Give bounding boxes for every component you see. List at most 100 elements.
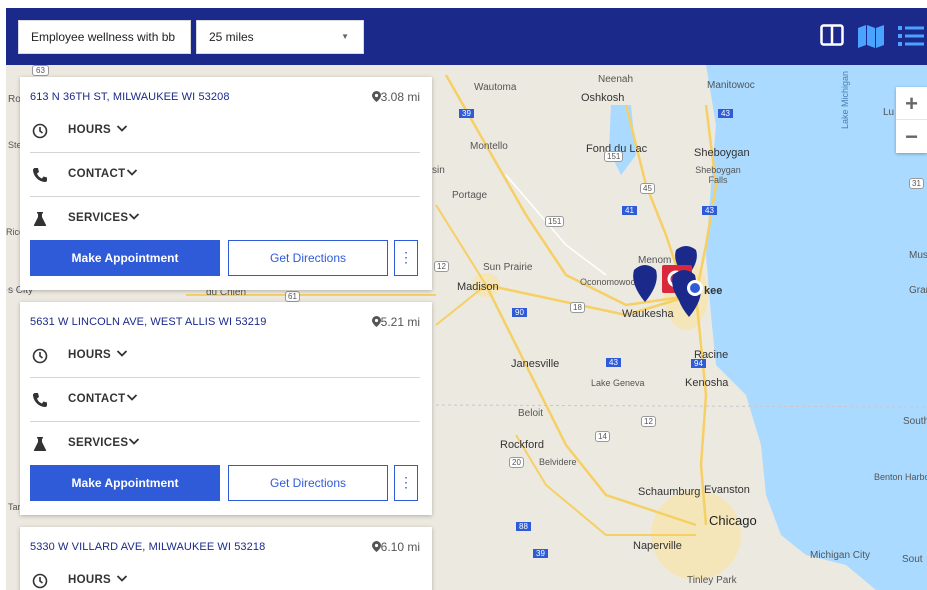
hwy-shield: 88	[516, 522, 531, 531]
contact-row[interactable]: CONTACT	[30, 153, 420, 197]
hwy-shield: 39	[459, 109, 474, 118]
location-card[interactable]: 5330 W VILLARD AVE, MILWAUKEE WI 53218 6…	[20, 527, 432, 590]
hours-label: HOURS	[68, 349, 112, 361]
search-input[interactable]: Employee wellness with bb	[18, 20, 191, 54]
split-view-icon[interactable]	[820, 24, 846, 48]
map-label-menomonee: Menom	[638, 255, 672, 266]
services-row[interactable]: SERVICES	[30, 422, 420, 466]
map-view-icon[interactable]	[857, 24, 884, 48]
map-label-tinleypark: Tinley Park	[687, 575, 737, 586]
hours-label: HOURS	[68, 574, 112, 586]
map-label-kenosha: Kenosha	[685, 377, 729, 389]
chevron-down-icon	[126, 393, 138, 405]
map-label-neenah: Neenah	[598, 74, 634, 85]
chevron-down-icon	[128, 437, 140, 449]
map-label-belvidere: Belvidere	[539, 457, 577, 467]
hours-row[interactable]: HOURS	[30, 109, 420, 153]
clock-icon	[32, 123, 48, 139]
phone-icon	[32, 392, 48, 408]
hwy-shield: 39	[533, 549, 548, 558]
map-label-muskegon: Mus	[909, 250, 927, 261]
clock-icon	[32, 573, 48, 589]
clock-icon	[32, 348, 48, 364]
zoom-in-button[interactable]: +	[896, 87, 927, 120]
hwy-shield: 31	[909, 178, 924, 189]
chevron-down-icon	[116, 349, 128, 361]
dropdown-caret-icon: ▼	[341, 32, 349, 41]
location-pin-icon	[371, 541, 381, 552]
zoom-out-button[interactable]: −	[896, 120, 927, 153]
more-options-button[interactable]: ⋮	[394, 240, 418, 276]
distance-value: 6.10 mi	[380, 540, 420, 554]
hwy-shield: 45	[640, 183, 655, 194]
location-address[interactable]: 5330 W VILLARD AVE, MILWAUKEE WI 53218	[30, 541, 265, 553]
radius-value: 25 miles	[209, 30, 254, 44]
make-appointment-button[interactable]: Make Appointment	[30, 465, 220, 501]
map-label-rockford: Rockford	[500, 439, 545, 451]
hwy-shield: 18	[570, 302, 585, 313]
top-bar: Employee wellness with bb 25 miles ▼	[6, 8, 927, 65]
map-label-sheboygan-falls: Sheboygan Falls	[695, 165, 741, 185]
map-label-sunprairie: Sun Prairie	[483, 262, 533, 273]
map-label-portage: Portage	[452, 190, 488, 201]
hwy-shield: 151	[604, 151, 624, 162]
hwy-shield: 41	[622, 206, 637, 215]
map-label-tar: Tar	[8, 502, 21, 512]
hwy-shield: 12	[434, 261, 449, 272]
hwy-shield: 63	[32, 65, 49, 76]
hours-label: HOURS	[68, 124, 112, 136]
phone-icon	[32, 167, 48, 183]
hours-row[interactable]: HOURS	[30, 559, 420, 590]
contact-row[interactable]: CONTACT	[30, 378, 420, 422]
map-label-lakegeneva: Lake Geneva	[591, 378, 645, 388]
map-label-bentonharbor: Benton Harbo	[874, 472, 927, 482]
map-label-michigancity: Michigan City	[810, 550, 871, 561]
hwy-shield: 20	[509, 457, 524, 468]
hwy-shield: 90	[512, 308, 527, 317]
app-frame: Wautoma Oshkosh Neenah Manitowoc Montell…	[0, 0, 927, 590]
map-label-schaumburg: Schaumburg	[638, 486, 701, 498]
chevron-down-icon	[116, 574, 128, 586]
location-distance: 6.10 mi	[371, 540, 420, 554]
map-label-evanston: Evanston	[704, 484, 750, 496]
location-pin-icon	[371, 316, 381, 327]
hwy-shield: 43	[702, 206, 717, 215]
get-directions-button[interactable]: Get Directions	[228, 465, 388, 501]
location-card[interactable]: 5631 W LINCOLN AVE, WEST ALLIS WI 53219 …	[20, 302, 432, 515]
map-label-naperville: Naperville	[633, 540, 682, 552]
map-label-grand: Gran	[909, 285, 927, 296]
map-label-south: Sout	[902, 554, 923, 565]
location-address[interactable]: 613 N 36TH ST, MILWAUKEE WI 53208	[30, 91, 230, 103]
flask-icon	[32, 436, 48, 452]
map-label-janesville: Janesville	[511, 358, 560, 370]
map-label-milwaukee: kee	[704, 285, 723, 297]
hwy-shield: 94	[691, 359, 706, 368]
map-label-southhaven: South	[903, 416, 927, 427]
location-distance: 3.08 mi	[371, 90, 420, 104]
chevron-down-icon	[116, 124, 128, 136]
hwy-shield: 151	[545, 216, 565, 227]
flask-icon	[32, 211, 48, 227]
map-label-chicago: Chicago	[709, 513, 757, 528]
more-options-button[interactable]: ⋮	[394, 465, 418, 501]
chevron-down-icon	[126, 168, 138, 180]
distance-value: 5.21 mi	[380, 315, 420, 329]
location-card[interactable]: 613 N 36TH ST, MILWAUKEE WI 53208 3.08 m…	[20, 77, 432, 290]
list-view-icon[interactable]	[897, 24, 924, 48]
get-directions-button[interactable]: Get Directions	[228, 240, 388, 276]
map-label-madison: Madison	[457, 281, 499, 293]
services-label: SERVICES	[68, 212, 129, 224]
radius-select[interactable]: 25 miles ▼	[196, 20, 364, 54]
location-address[interactable]: 5631 W LINCOLN AVE, WEST ALLIS WI 53219	[30, 316, 266, 328]
make-appointment-button[interactable]: Make Appointment	[30, 240, 220, 276]
contact-label: CONTACT	[68, 168, 126, 180]
map-label-manitowoc: Manitowoc	[707, 80, 755, 91]
map-label-ro: Ro	[8, 94, 21, 105]
map-label-lakemichigan: Lake Michigan	[840, 70, 851, 130]
contact-label: CONTACT	[68, 393, 126, 405]
location-distance: 5.21 mi	[371, 315, 420, 329]
hours-row[interactable]: HOURS	[30, 334, 420, 378]
services-row[interactable]: SERVICES	[30, 197, 420, 241]
map-area[interactable]: Wautoma Oshkosh Neenah Manitowoc Montell…	[6, 65, 927, 590]
hwy-shield: 43	[718, 109, 733, 118]
